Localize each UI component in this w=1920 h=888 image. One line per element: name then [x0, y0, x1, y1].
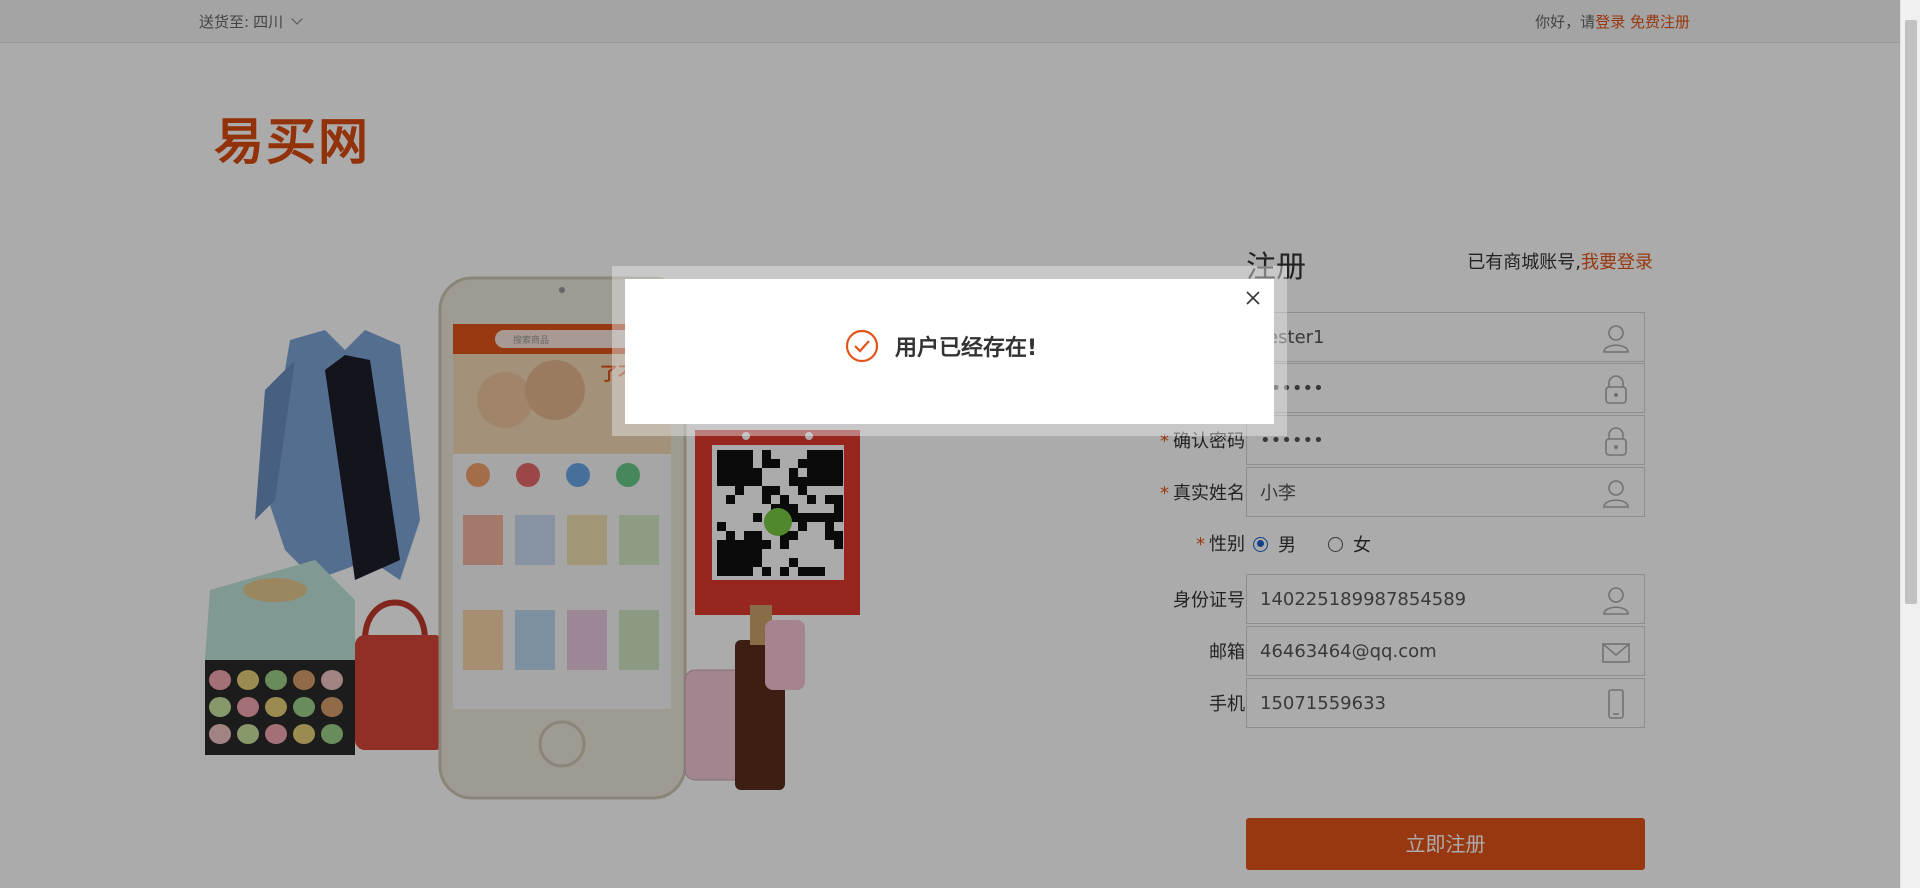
alert-dialog: 用户已经存在! [625, 279, 1274, 424]
scrollbar-thumb[interactable] [1905, 20, 1917, 604]
check-circle-icon [845, 329, 879, 363]
modal-backdrop[interactable] [0, 0, 1920, 888]
alert-message: 用户已经存在! [895, 336, 1038, 361]
page-scrollbar[interactable] [1900, 0, 1920, 888]
alert-message-row: 用户已经存在! [845, 329, 1037, 363]
close-icon[interactable] [1242, 287, 1264, 309]
